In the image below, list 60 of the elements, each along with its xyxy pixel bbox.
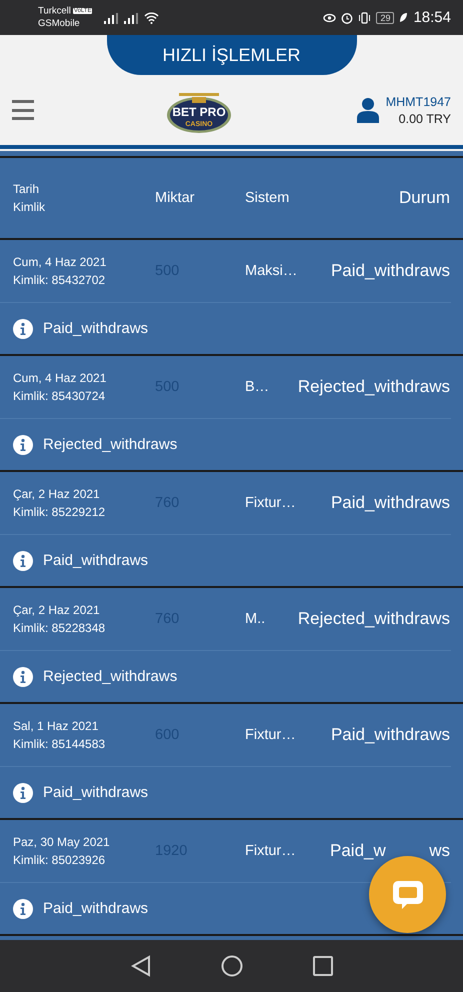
user-icon[interactable] xyxy=(356,97,379,123)
info-icon xyxy=(13,782,33,802)
menu-icon[interactable] xyxy=(12,100,34,120)
column-header: Durum xyxy=(398,188,450,208)
date-text: Sal, 1 Haz 2021 xyxy=(13,718,100,735)
id-text: Kimlik: 85023926 xyxy=(13,852,106,869)
info-icon xyxy=(13,318,33,338)
info-icon xyxy=(13,434,33,454)
balance: 0.00 TRY xyxy=(398,112,451,126)
status-cell: ws xyxy=(429,841,450,861)
battery-level: 29 xyxy=(376,12,394,24)
info-icon xyxy=(13,550,33,570)
wifi-icon xyxy=(144,12,160,24)
date-text: Çar, 2 Haz 2021 xyxy=(13,602,101,619)
signal-icon xyxy=(104,12,118,24)
date-text: Çar, 2 Haz 2021 xyxy=(13,486,101,503)
column-header: Kimlik xyxy=(13,199,46,216)
id-text: Kimlik: 85229212 xyxy=(13,504,106,521)
status-note: Paid_withdraws xyxy=(43,784,148,801)
username[interactable]: MHMT1947 xyxy=(386,94,451,108)
system-cell-text: B… xyxy=(245,379,270,395)
alarm-icon xyxy=(341,12,354,24)
id-text: Kimlik: 85144583 xyxy=(13,736,106,753)
vibrate-icon xyxy=(358,12,372,24)
column-header: Sistem xyxy=(245,190,290,206)
system-cell-text: Fixtur… xyxy=(245,727,297,743)
status-note: Paid_withdraws xyxy=(43,552,148,569)
clock-time: 18:54 xyxy=(413,9,451,26)
column-header: Miktar xyxy=(155,190,196,206)
date-text: Paz, 30 May 2021 xyxy=(13,834,111,851)
back-icon[interactable] xyxy=(130,955,150,977)
status-cell: Paid_withdraws xyxy=(330,725,450,745)
status-note: Paid_withdraws xyxy=(43,320,148,337)
system-cell-text: Maksi… xyxy=(245,263,298,279)
system-cell-text: M.. xyxy=(245,611,266,627)
id-text: Kimlik: 85432702 xyxy=(13,272,106,289)
eye-icon xyxy=(323,12,336,23)
status-note: Rejected_withdraws xyxy=(43,668,178,685)
home-icon[interactable] xyxy=(220,955,242,977)
signal-icon xyxy=(124,12,138,24)
id-text: Kimlik: 85430724 xyxy=(13,388,106,405)
leaf-icon xyxy=(399,12,408,23)
system-cell-text: Fixtur… xyxy=(245,495,297,511)
column-header: Tarih xyxy=(13,181,40,198)
status-cell: Rejected_withdraws xyxy=(298,609,450,629)
quick-actions-tab[interactable]: HIZLI İŞLEMLER xyxy=(106,35,356,75)
status-cell: Paid_w xyxy=(330,841,386,861)
date-text: Cum, 4 Haz 2021 xyxy=(13,370,108,387)
status-cell: Rejected_withdraws xyxy=(298,377,450,397)
date-text: Cum, 4 Haz 2021 xyxy=(13,254,108,271)
status-cell: Paid_withdraws xyxy=(330,261,450,281)
id-text: Kimlik: 85228348 xyxy=(13,620,106,637)
info-icon xyxy=(13,666,33,686)
system-cell-text: Fixtur… xyxy=(245,843,297,859)
status-note: Paid_withdraws xyxy=(43,900,148,917)
recents-icon[interactable] xyxy=(312,956,332,976)
status-note: Rejected_withdraws xyxy=(43,436,178,453)
network-name: GSMobile xyxy=(38,18,81,30)
info-icon xyxy=(13,898,33,918)
status-cell: Paid_withdraws xyxy=(330,493,450,513)
